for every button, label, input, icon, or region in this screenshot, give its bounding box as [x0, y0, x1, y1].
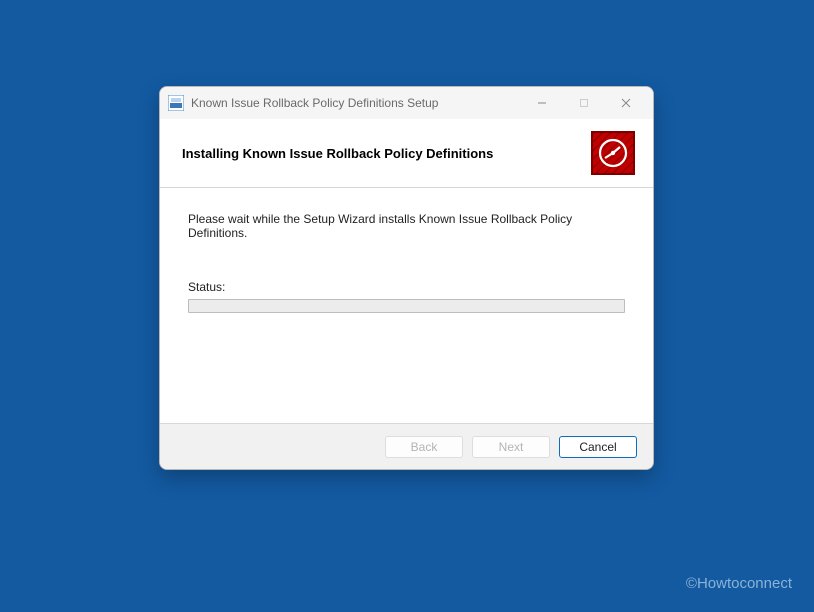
setup-dialog: Known Issue Rollback Policy Definitions … [159, 86, 654, 470]
titlebar: Known Issue Rollback Policy Definitions … [160, 87, 653, 119]
watermark-text: ©Howtoconnect [686, 575, 792, 592]
window-controls [521, 89, 647, 117]
footer-buttons: Back Next Cancel [160, 423, 653, 469]
next-button: Next [472, 436, 550, 458]
window-title: Known Issue Rollback Policy Definitions … [191, 96, 521, 110]
header-band: Installing Known Issue Rollback Policy D… [160, 119, 653, 188]
installer-icon [168, 95, 184, 111]
page-title: Installing Known Issue Rollback Policy D… [182, 146, 493, 161]
status-label: Status: [188, 280, 625, 294]
close-button[interactable] [605, 89, 647, 117]
wait-message: Please wait while the Setup Wizard insta… [188, 212, 625, 240]
progress-bar [188, 299, 625, 313]
content-area: Please wait while the Setup Wizard insta… [160, 188, 653, 423]
maximize-button [563, 89, 605, 117]
cancel-button[interactable]: Cancel [559, 436, 637, 458]
back-button: Back [385, 436, 463, 458]
product-logo-icon [591, 131, 635, 175]
minimize-button[interactable] [521, 89, 563, 117]
